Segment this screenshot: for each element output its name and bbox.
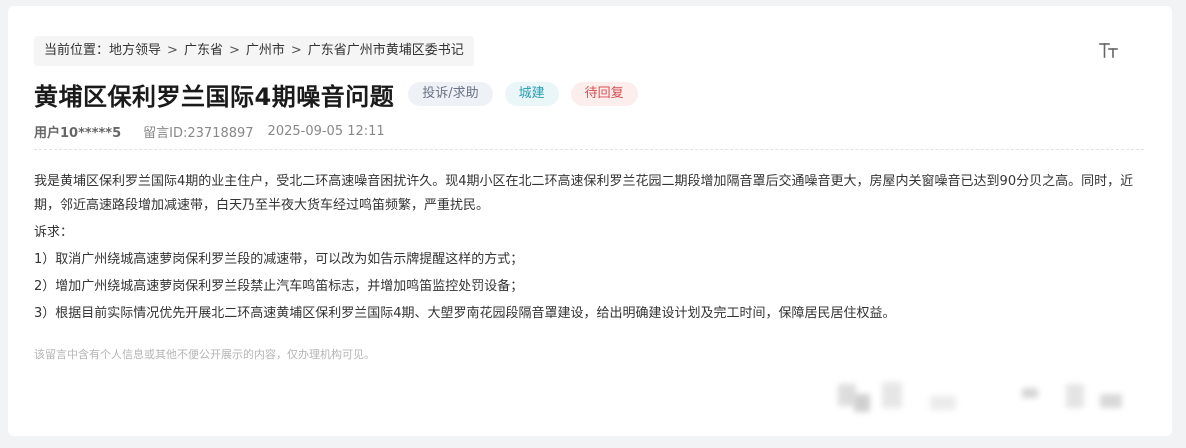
domain-badge: 城建 [504,82,559,106]
breadcrumb: 当前位置： 地方领导 > 广东省 > 广州市 > 广东省广州市黄埔区委书记 [34,36,474,66]
post-meta: 用户10*****5 留言ID:23718897 2025-09-05 12:1… [34,122,385,141]
breadcrumb-item-guangzhou[interactable]: 广州市 [246,36,285,66]
blur-block [1066,384,1084,408]
title-row: 黄埔区保利罗兰国际4期噪音问题 投诉/求助 城建 待回复 [34,76,650,112]
breadcrumb-item-huangpu-secretary[interactable]: 广东省广州市黄埔区委书记 [308,36,464,66]
blurred-watermark [838,376,1158,422]
blur-block [1022,388,1038,398]
breadcrumb-item-local-leaders[interactable]: 地方领导 [109,36,161,66]
font-size-icon [1099,43,1118,58]
blur-block [930,396,956,410]
type-badge: 投诉/求助 [408,82,493,106]
divider [34,149,1144,150]
privacy-notice: 该留言中含有个人信息或其他不便公开展示的内容，仅办理机构可见。 [34,348,375,361]
breadcrumb-separator: > [167,43,178,58]
demands-label: 诉求： [34,225,74,240]
author-name: 用户10*****5 [34,126,122,141]
demand-item: 2）增加广州绕城高速萝岗保利罗兰段禁止汽车鸣笛标志，并增加鸣笛监控处罚设备； [34,279,524,294]
demand-item: 3）根据目前实际情况优先开展北二环高速黄埔区保利罗兰国际4期、大塱罗南花园段隔音… [34,306,896,321]
blur-block [1100,394,1122,408]
message-id: 留言ID:23718897 [143,126,254,141]
post-datetime: 2025-09-05 12:11 [267,124,385,139]
content-paragraph: 我是黄埔区保利罗兰国际4期的业主住户，受北二环高速噪音困扰许久。现4期小区在北二… [34,174,1134,213]
breadcrumb-separator: > [290,43,302,58]
post-card: 当前位置： 地方领导 > 广东省 > 广州市 > 广东省广州市黄埔区委书记 黄埔… [8,6,1172,436]
post-content: 我是黄埔区保利罗兰国际4期的业主住户，受北二环高速噪音困扰许久。现4期小区在北二… [34,170,1146,326]
blur-block [882,382,902,408]
font-size-button[interactable] [1098,41,1120,61]
blur-block [854,394,870,412]
breadcrumb-item-guangdong[interactable]: 广东省 [184,36,223,66]
page-title: 黄埔区保利罗兰国际4期噪音问题 [34,82,395,111]
breadcrumb-separator: > [228,43,240,58]
status-badge: 待回复 [570,82,638,106]
breadcrumb-prefix: 当前位置： [44,43,110,58]
demand-item: 1）取消广州绕城高速萝岗保利罗兰段的减速带，可以改为如告示牌提醒这样的方式； [34,252,524,267]
